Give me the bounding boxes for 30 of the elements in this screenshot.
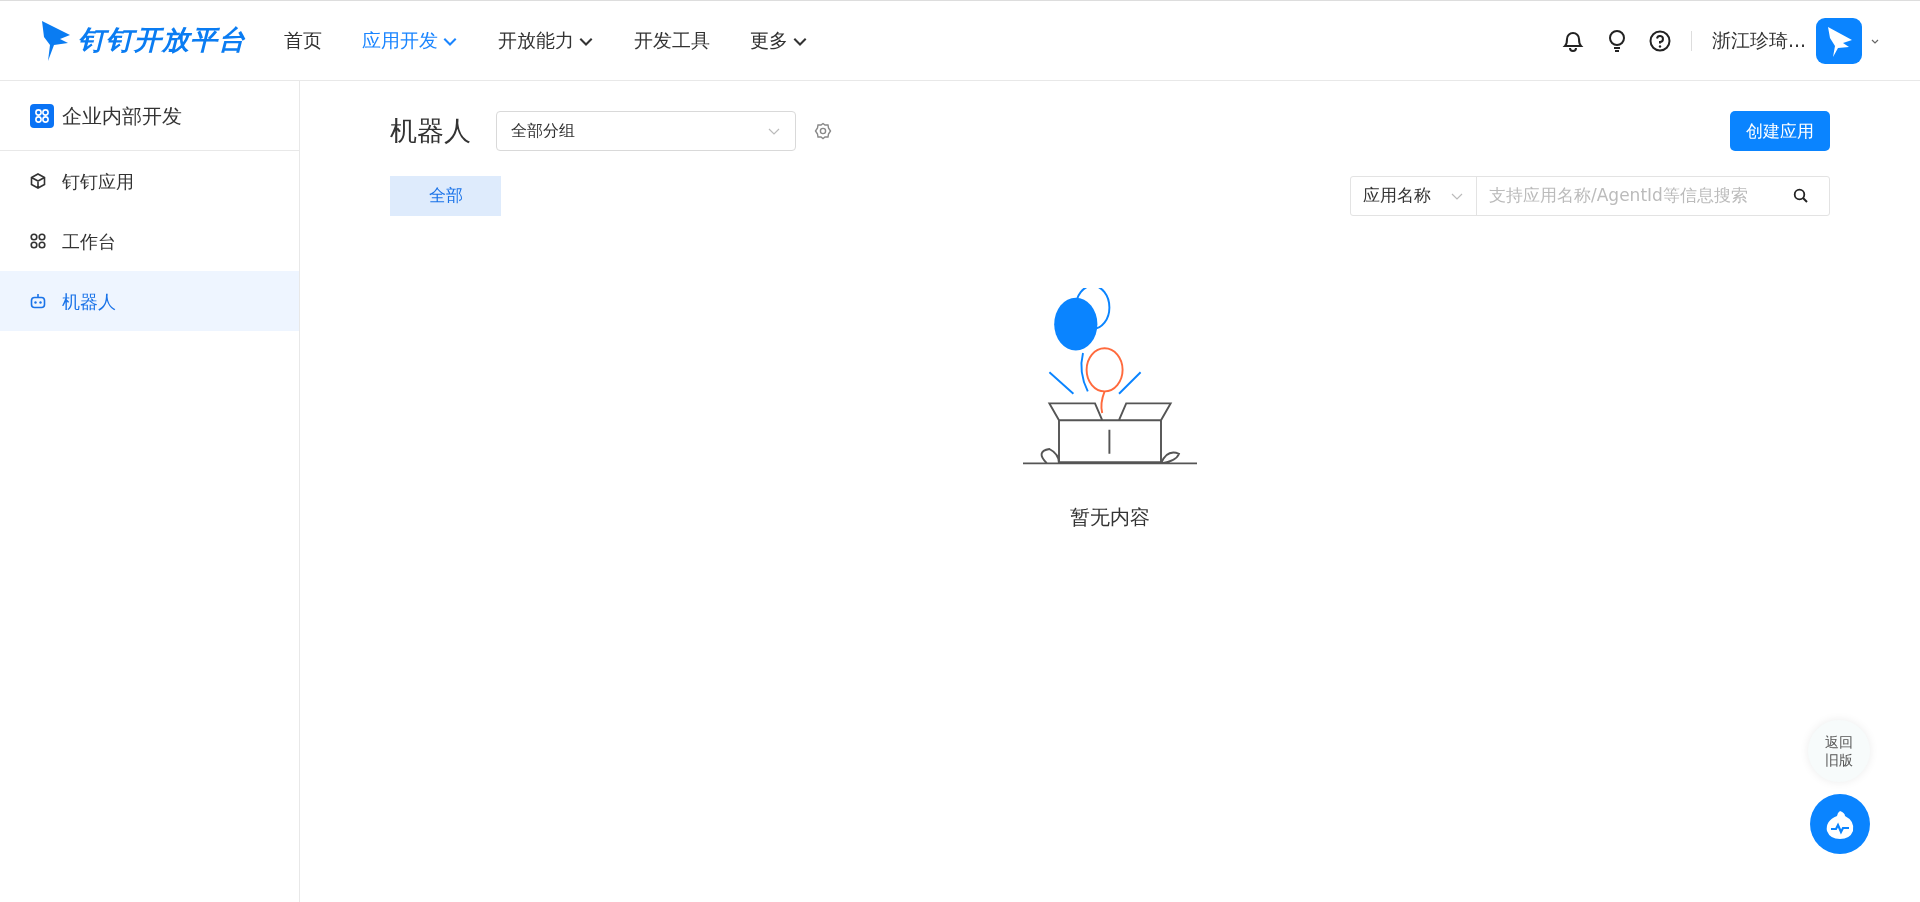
- assistant-button[interactable]: [1810, 794, 1870, 854]
- empty-message: 暂无内容: [1070, 503, 1150, 531]
- nav-item[interactable]: 更多: [750, 26, 808, 55]
- robot-icon: [30, 293, 46, 309]
- bird-logo-icon: [40, 20, 70, 61]
- nav-item[interactable]: 开放能力: [498, 26, 594, 55]
- nav-item[interactable]: 首页: [284, 26, 322, 55]
- search-icon[interactable]: [1793, 187, 1809, 204]
- old-version-button[interactable]: 返回旧版: [1808, 720, 1870, 782]
- sidebar-item[interactable]: 机器人: [0, 271, 299, 331]
- create-app-button[interactable]: 创建应用: [1730, 111, 1830, 152]
- app-avatar-icon: [1816, 17, 1862, 64]
- group-select[interactable]: 全部分组: [496, 111, 796, 152]
- search-bar[interactable]: 应用名称 支持应用名称/AgentId等信息搜索: [1350, 175, 1830, 216]
- nav-item[interactable]: 开发工具: [634, 26, 710, 55]
- cube-icon: [30, 173, 46, 189]
- lightbulb-icon: [1606, 29, 1627, 52]
- apps-icon: [30, 103, 54, 128]
- sidebar-item[interactable]: 钉钉应用: [0, 151, 299, 211]
- sidebar-item[interactable]: 工作台: [0, 211, 299, 271]
- nav-item[interactable]: 应用开发: [362, 26, 458, 55]
- help-icon: [1648, 29, 1671, 52]
- settings-icon[interactable]: [814, 122, 832, 141]
- organization-name[interactable]: 浙江珍琦...: [1711, 26, 1806, 55]
- logo-text[interactable]: 钉钉开放平台: [78, 20, 246, 61]
- grid-icon: [30, 233, 46, 249]
- sidebar-title: 企业内部开发: [62, 102, 182, 130]
- page-title: 机器人: [390, 114, 471, 148]
- filter-tab[interactable]: 全部: [390, 175, 501, 216]
- bell-icon: [1560, 29, 1585, 52]
